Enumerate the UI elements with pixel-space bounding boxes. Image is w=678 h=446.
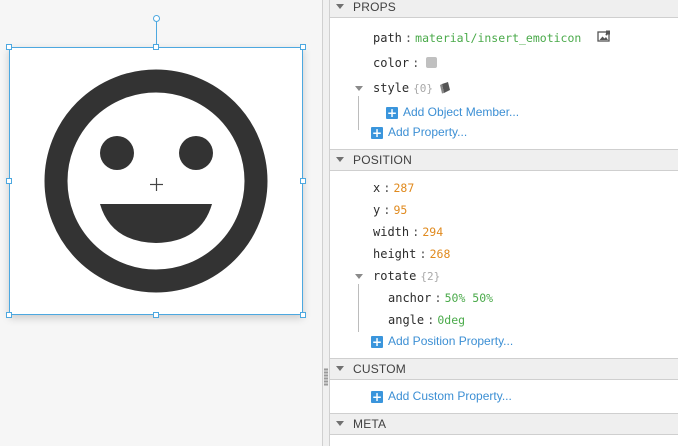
color-swatch[interactable] <box>426 57 438 68</box>
prop-value-width[interactable]: 294 <box>422 225 443 239</box>
section-header-custom[interactable]: CUSTOM <box>330 358 678 380</box>
resize-handle-e[interactable] <box>300 178 306 184</box>
resize-handle-sw[interactable] <box>6 312 12 318</box>
style-collapse-caret-icon[interactable] <box>355 86 363 91</box>
prop-value-y[interactable]: 95 <box>393 203 407 217</box>
resize-handle-n[interactable] <box>153 44 159 50</box>
resize-handle-se[interactable] <box>300 312 306 318</box>
collapse-caret-icon[interactable] <box>336 366 344 371</box>
prop-row-path[interactable]: path: material/insert_emoticon <box>373 28 581 48</box>
prop-row-y[interactable]: y:95 <box>373 200 407 220</box>
style-class-icon[interactable] <box>439 81 453 95</box>
prop-row-rotate[interactable]: rotate {2} <box>373 266 440 286</box>
style-member-count: {0} <box>413 82 433 95</box>
prop-key-path: path <box>373 31 402 45</box>
prop-row-width[interactable]: width:294 <box>373 222 443 242</box>
add-property-link[interactable]: + Add Property... <box>371 123 467 141</box>
prop-value-anchor[interactable]: 50% 50% <box>445 291 493 305</box>
collapse-caret-icon[interactable] <box>336 157 344 162</box>
prop-key-style: style <box>373 81 410 95</box>
section-title-position: POSITION <box>353 153 412 167</box>
add-custom-property-link[interactable]: + Add Custom Property... <box>371 387 512 405</box>
collapse-caret-icon[interactable] <box>336 4 344 9</box>
prop-row-x[interactable]: x:287 <box>373 178 414 198</box>
resize-handle-w[interactable] <box>6 178 12 184</box>
property-editor: PROPS path: material/insert_emoticon colo… <box>330 0 678 446</box>
prop-value-x[interactable]: 287 <box>393 181 414 195</box>
center-crosshair-icon[interactable] <box>150 178 163 191</box>
rotate-member-count: {2} <box>420 270 441 283</box>
add-position-property-label: Add Position Property... <box>388 334 514 348</box>
tree-guide-line <box>358 96 359 130</box>
tree-guide-line <box>358 284 359 332</box>
prop-value-angle[interactable]: 0deg <box>437 313 465 327</box>
prop-row-angle[interactable]: angle:0deg <box>388 310 465 330</box>
resize-handle-ne[interactable] <box>300 44 306 50</box>
add-custom-property-label: Add Custom Property... <box>388 389 512 403</box>
designer-canvas[interactable] <box>0 0 322 446</box>
prop-value-height[interactable]: 268 <box>430 247 451 261</box>
plus-icon: + <box>371 390 383 404</box>
prop-value-path[interactable]: material/insert_emoticon <box>415 31 581 45</box>
collapse-caret-icon[interactable] <box>336 421 344 426</box>
prop-key-color: color <box>373 56 410 70</box>
section-title-meta: META <box>353 417 387 431</box>
add-object-member-link[interactable]: + Add Object Member... <box>386 103 519 121</box>
section-header-meta[interactable]: META <box>330 413 678 435</box>
rotation-handle[interactable] <box>153 15 160 22</box>
resize-handle-nw[interactable] <box>6 44 12 50</box>
rotate-collapse-caret-icon[interactable] <box>355 274 363 279</box>
add-object-member-label: Add Object Member... <box>403 105 520 119</box>
add-property-label: Add Property... <box>388 125 468 139</box>
section-header-props[interactable]: PROPS <box>330 0 678 18</box>
prop-row-anchor[interactable]: anchor:50% 50% <box>388 288 493 308</box>
section-header-position[interactable]: POSITION <box>330 149 678 171</box>
plus-icon: + <box>371 335 383 349</box>
resize-handle-s[interactable] <box>153 312 159 318</box>
plus-icon: + <box>386 106 398 120</box>
section-title-props: PROPS <box>353 0 397 14</box>
panel-splitter[interactable] <box>322 0 330 446</box>
section-title-custom: CUSTOM <box>353 362 406 376</box>
plus-icon: + <box>371 126 383 140</box>
prop-row-color[interactable]: color: <box>373 53 438 73</box>
image-browse-icon[interactable] <box>597 30 611 44</box>
prop-row-height[interactable]: height:268 <box>373 244 450 264</box>
splitter-grip[interactable] <box>324 368 328 386</box>
add-position-property-link[interactable]: + Add Position Property... <box>371 332 513 350</box>
prop-row-style[interactable]: style {0} <box>373 78 433 98</box>
